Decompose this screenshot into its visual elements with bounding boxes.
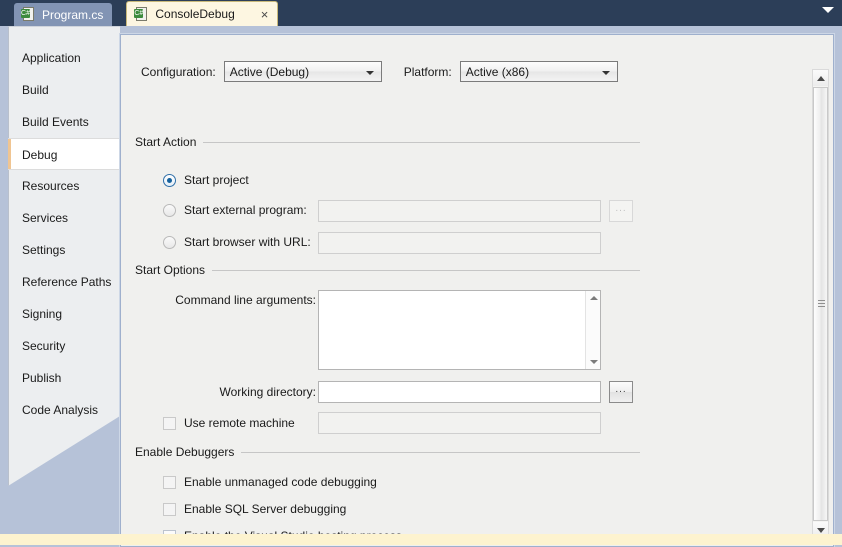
tab-consoledebug[interactable]: C# ConsoleDebug × <box>126 1 279 26</box>
divider <box>241 451 640 453</box>
configuration-row: Configuration: Active (Debug) Platform: … <box>141 61 618 82</box>
divider <box>212 269 640 271</box>
sidebar-item-label: Code Analysis <box>22 403 99 417</box>
working-directory-input[interactable] <box>318 381 601 403</box>
pane-vertical-scrollbar[interactable] <box>812 69 829 539</box>
radio-start-project[interactable] <box>163 173 176 187</box>
working-directory-browse-button[interactable]: ... <box>609 381 633 403</box>
platform-dropdown[interactable]: Active (x86) <box>459 61 618 82</box>
chevron-down-icon <box>601 71 610 75</box>
scroll-down-icon <box>816 527 825 533</box>
start-action-group: Start Action <box>135 135 640 149</box>
chevron-down-icon[interactable] <box>822 7 834 13</box>
start-project-row[interactable]: Start project <box>163 173 249 187</box>
sidebar-item-code-analysis[interactable]: Code Analysis <box>8 394 120 426</box>
group-title: Start Action <box>135 135 197 149</box>
csharp-file-icon: C# <box>21 7 36 22</box>
checkbox-enable-unmanaged-code-debugging[interactable] <box>163 475 176 489</box>
scroll-up-icon <box>816 75 825 81</box>
sidebar-item-build[interactable]: Build <box>8 74 120 106</box>
sidebar-item-settings[interactable]: Settings <box>8 234 120 266</box>
enable-unmanaged-code-debugging-row[interactable]: Enable unmanaged code debugging <box>163 475 377 489</box>
editor-tab-strip: C# Program.cs C# ConsoleDebug × <box>0 0 842 26</box>
start-external-program-row[interactable]: Start external program: <box>163 203 307 217</box>
bottom-status-strip <box>0 534 842 545</box>
sidebar-item-label: Application <box>22 51 81 65</box>
sidebar-item-security[interactable]: Security <box>8 330 120 362</box>
sidebar-item-resources[interactable]: Resources <box>8 170 120 202</box>
browser-url-input[interactable] <box>318 232 601 254</box>
start-action-title-row: Start Action <box>135 135 640 149</box>
external-program-input[interactable] <box>318 200 601 222</box>
checkbox-label: Enable SQL Server debugging <box>184 502 347 516</box>
sidebar-item-label: Debug <box>22 148 58 162</box>
project-properties-surface: Application Build Build Events Debug Res… <box>0 26 842 547</box>
sidebar-item-label: Security <box>22 339 66 353</box>
close-icon[interactable]: × <box>261 8 269 21</box>
sidebar-item-build-events[interactable]: Build Events <box>8 106 120 138</box>
checkbox-enable-sql-server-debugging[interactable] <box>163 502 176 516</box>
start-options-group: Start Options <box>135 263 640 277</box>
checkbox-label: Enable unmanaged code debugging <box>184 475 377 489</box>
sidebar-item-services[interactable]: Services <box>8 202 120 234</box>
divider <box>203 141 640 143</box>
tab-label: ConsoleDebug <box>155 7 235 21</box>
csharp-project-icon: C# <box>134 6 149 22</box>
checkbox-label: Use remote machine <box>184 416 295 430</box>
remote-machine-input[interactable] <box>318 412 601 434</box>
configuration-dropdown[interactable]: Active (Debug) <box>223 61 382 82</box>
sidebar-item-label: Signing <box>22 307 63 321</box>
sidebar-item-publish[interactable]: Publish <box>8 362 120 394</box>
sidebar-item-label: Settings <box>22 243 66 257</box>
external-program-browse-button[interactable]: ... <box>609 200 633 222</box>
sidebar-item-label: Publish <box>22 371 62 385</box>
enable-debuggers-group: Enable Debuggers <box>135 445 640 459</box>
radio-label: Start external program: <box>184 203 307 217</box>
use-remote-machine-row[interactable]: Use remote machine <box>163 416 295 430</box>
radio-start-browser-with-url[interactable] <box>163 235 176 249</box>
command-line-arguments-label: Command line arguments: <box>175 293 316 307</box>
group-title: Start Options <box>135 263 206 277</box>
configuration-label: Configuration: <box>141 64 216 79</box>
category-list: Application Build Build Events Debug Res… <box>8 42 120 426</box>
enable-debuggers-title-row: Enable Debuggers <box>135 445 640 459</box>
radio-start-external-program[interactable] <box>163 203 176 217</box>
sidebar-item-label: Reference Paths <box>22 275 112 289</box>
scrollbar-grip-icon <box>818 300 825 309</box>
chevron-down-icon <box>365 71 374 75</box>
sidebar-item-signing[interactable]: Signing <box>8 298 120 330</box>
radio-label: Start project <box>184 173 249 187</box>
command-line-arguments-input[interactable] <box>318 290 601 370</box>
platform-value: Active (x86) <box>465 64 530 79</box>
tab-label: Program.cs <box>42 7 104 22</box>
sidebar-item-debug[interactable]: Debug <box>8 138 120 170</box>
start-browser-url-row[interactable]: Start browser with URL: <box>163 235 311 249</box>
scroll-down-icon[interactable] <box>590 360 598 364</box>
tab-program-cs[interactable]: C# Program.cs <box>14 3 113 26</box>
working-directory-label: Working directory: <box>219 385 316 399</box>
sidebar-item-label: Build Events <box>22 115 89 129</box>
debug-properties-pane: Configuration: Active (Debug) Platform: … <box>120 34 834 547</box>
scroll-up-icon[interactable] <box>590 296 598 300</box>
start-options-title-row: Start Options <box>135 263 640 277</box>
configuration-value: Active (Debug) <box>229 64 310 79</box>
textarea-scrollbar[interactable] <box>585 291 600 369</box>
scroll-up-button[interactable] <box>813 70 828 86</box>
sidebar-item-label: Resources <box>22 179 80 193</box>
sidebar-item-application[interactable]: Application <box>8 42 120 74</box>
platform-label: Platform: <box>403 64 452 79</box>
sidebar-item-label: Build <box>22 83 49 97</box>
sidebar-item-reference-paths[interactable]: Reference Paths <box>8 266 120 298</box>
group-title: Enable Debuggers <box>135 445 235 459</box>
scrollbar-thumb[interactable] <box>813 87 828 521</box>
checkbox-use-remote-machine[interactable] <box>163 416 176 430</box>
sidebar-item-label: Services <box>22 211 69 225</box>
radio-label: Start browser with URL: <box>184 235 311 249</box>
enable-sql-server-debugging-row[interactable]: Enable SQL Server debugging <box>163 502 346 516</box>
